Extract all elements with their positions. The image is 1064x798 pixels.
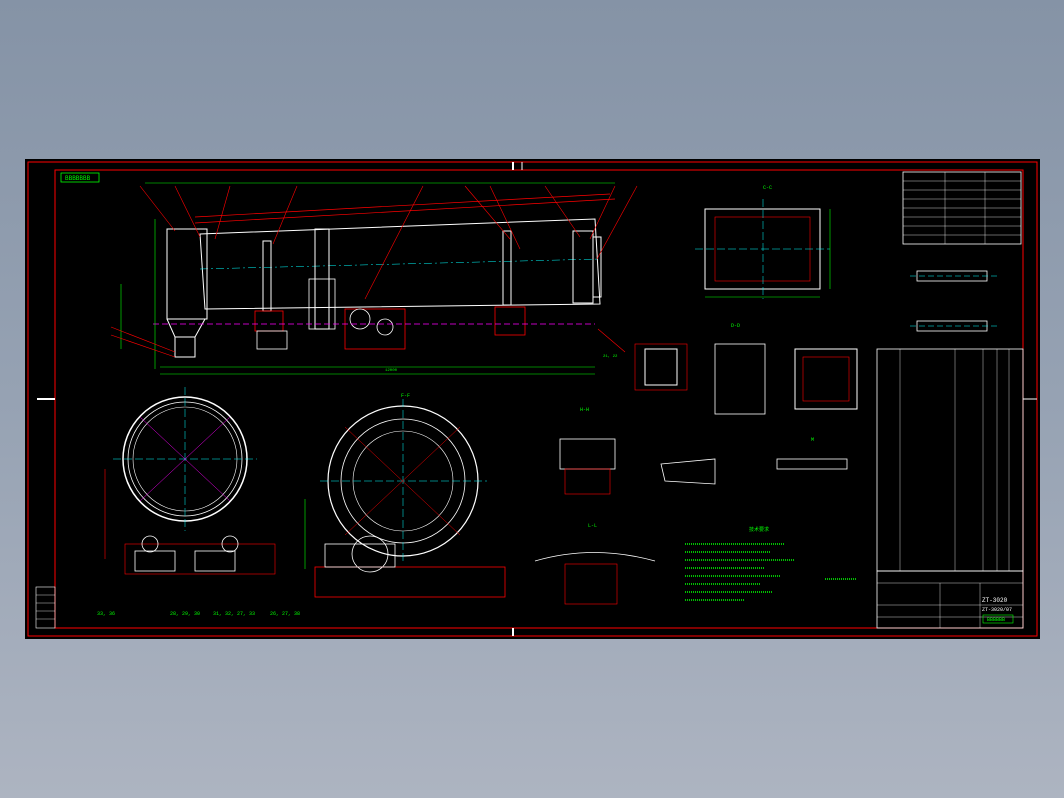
stamp-text: BBBBBBB [65,175,91,182]
svg-text:M: M [811,437,814,443]
detail-views-middle: D-D H-H M L-L [534,323,858,605]
title-block: ZT-3020 ZT-3020/07 BBBBBB [876,570,1024,629]
kiln-elevation-view: 12000 21, 22 [110,182,638,375]
callout-right: 21, 22 [603,355,618,359]
svg-text:D-D: D-D [731,323,740,329]
parts-list-table [876,348,1024,572]
svg-text:26, 27, 38: 26, 27, 38 [270,611,300,617]
dimension-overall: 12000 [385,369,398,373]
drawing-number-2: ZT-3020/07 [982,607,1012,613]
technical-parameter-table [902,171,1022,245]
bottom-balloons: 33, 36 28, 29, 30 31, 32, 27, 33 26, 27,… [97,611,300,617]
company-stamp: BBBBBB [987,617,1005,623]
svg-text:H-H: H-H [580,407,589,413]
revision-table [35,586,56,629]
sheet-border-outer [27,161,1038,637]
technical-requirements-notes: 技术要求 [685,526,857,601]
gear-cross-section-f-f: F-F [304,393,506,598]
svg-text:C-C: C-C [763,185,772,191]
cad-drawing-sheet: BBBBBBB 12000 21, 22 C-C ZT-3020 ZT-3020… [27,161,1038,637]
tyre-cross-section [104,387,276,575]
section-c-c: C-C [695,185,831,299]
svg-text:F-F: F-F [401,393,410,399]
drawing-number: ZT-3020 [982,597,1008,604]
shaft-details [910,270,997,332]
cad-drawing-viewport[interactable]: BBBBBBB 12000 21, 22 C-C ZT-3020 ZT-3020… [25,159,1040,639]
svg-text:L-L: L-L [588,523,597,529]
svg-text:技术要求: 技术要求 [749,526,769,533]
svg-text:33, 36: 33, 36 [97,611,115,617]
svg-text:31, 32, 27, 33: 31, 32, 27, 33 [213,611,255,617]
svg-text:28, 29, 30: 28, 29, 30 [170,611,200,617]
